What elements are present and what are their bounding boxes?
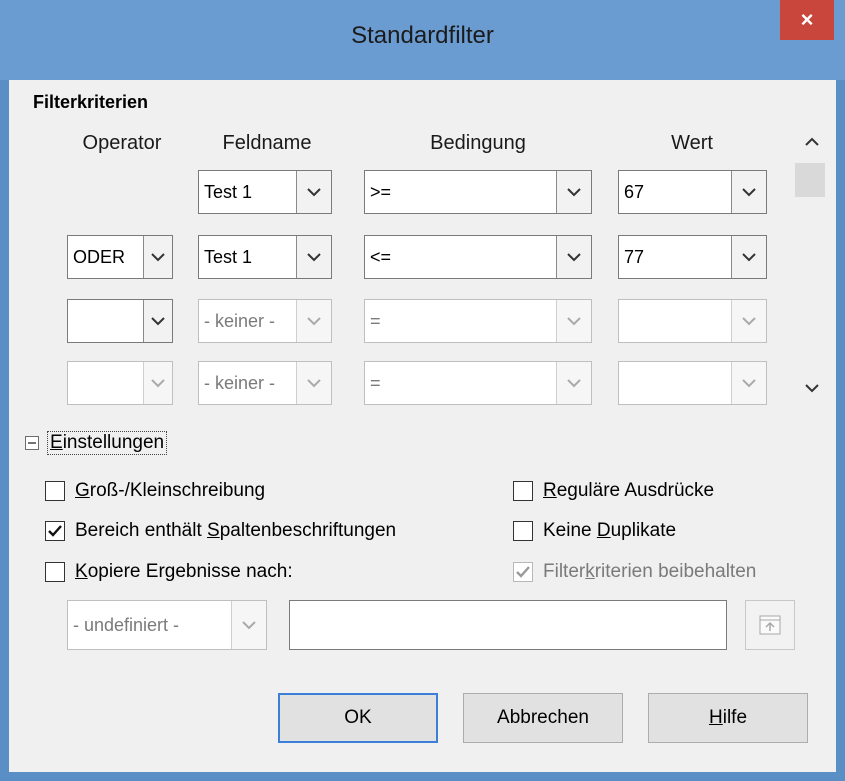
operator-select-3[interactable] (67, 299, 173, 343)
chevron-down-icon (731, 300, 766, 342)
scroll-down-button[interactable] (795, 371, 829, 405)
regex-checkbox[interactable] (513, 481, 533, 501)
chevron-down-icon (731, 236, 766, 278)
chevron-down-icon (143, 236, 172, 278)
title-bar: Standardfilter × (0, 0, 845, 80)
ok-button[interactable]: OK (278, 693, 438, 743)
copy-results-option[interactable]: Kopiere Ergebnisse nach: (45, 558, 293, 586)
operator-value-2: ODER (73, 247, 126, 267)
chevron-down-icon (143, 300, 172, 342)
operator-select-4 (67, 361, 173, 405)
condition-select-3: = (364, 299, 592, 343)
fieldname-select-3: - keiner - (198, 299, 332, 343)
chevron-down-icon (296, 362, 331, 404)
help-label: Hilfe (708, 707, 748, 728)
criteria-scrollbar[interactable] (795, 125, 829, 405)
case-sensitive-option[interactable]: Groß-/Kleinschreibung (45, 477, 265, 505)
fieldname-value-2: Test 1 (204, 247, 253, 267)
value-combo-1[interactable]: 67 (618, 170, 767, 214)
value-combo-3 (618, 299, 767, 343)
shrink-button (745, 600, 795, 650)
value-header: Wert (671, 132, 713, 154)
copy-target-select-value: - undefiniert - (73, 615, 180, 635)
ok-label: OK (344, 707, 372, 728)
value-combo-2[interactable]: 77 (618, 235, 767, 279)
options-expander[interactable]: Einstellungen (25, 431, 168, 455)
regex-option[interactable]: Reguläre Ausdrücke (513, 477, 714, 505)
headers-option[interactable]: Bereich enthält Spaltenbeschriftungen (45, 517, 396, 545)
close-icon: × (800, 7, 814, 32)
chevron-down-icon (296, 171, 331, 213)
chevron-down-icon (731, 362, 766, 404)
condition-value-4: = (370, 373, 381, 393)
fieldname-select-4: - keiner - (198, 361, 332, 405)
condition-value-3: = (370, 311, 381, 331)
filter-criteria-label: Filterkriterien (33, 92, 149, 112)
chevron-down-icon (296, 236, 331, 278)
chevron-down-icon (731, 171, 766, 213)
dialog-title: Standardfilter (351, 22, 494, 49)
regex-label: Reguläre Ausdrücke (543, 480, 715, 501)
fieldname-header: Feldname (222, 132, 312, 154)
help-button[interactable]: Hilfe (648, 693, 808, 743)
copy-results-checkbox[interactable] (45, 562, 65, 582)
chevron-up-icon (805, 137, 819, 146)
operator-header: Operator (82, 132, 162, 154)
copy-target-select: - undefiniert - (67, 600, 267, 650)
options-label: Einstellungen (47, 431, 168, 455)
cancel-label: Abbrechen (497, 707, 589, 728)
no-duplicates-label: Keine Duplikate (543, 520, 677, 541)
condition-value-2: <= (370, 247, 392, 267)
close-button[interactable]: × (780, 0, 834, 40)
value-value-2: 77 (624, 247, 645, 267)
copy-results-label: Kopiere Ergebnisse nach: (75, 561, 293, 582)
chevron-down-icon (556, 236, 591, 278)
headers-label: Bereich enthält Spaltenbeschriftungen (75, 520, 397, 541)
no-duplicates-checkbox[interactable] (513, 521, 533, 541)
cancel-button[interactable]: Abbrechen (463, 693, 623, 743)
checkmark-icon (48, 525, 62, 537)
chevron-down-icon (143, 362, 172, 404)
case-sensitive-checkbox[interactable] (45, 481, 65, 501)
value-combo-4 (618, 361, 767, 405)
chevron-down-icon (556, 300, 591, 342)
checkmark-icon (516, 566, 530, 578)
fieldname-value-1: Test 1 (204, 182, 253, 202)
fieldname-value-4: - keiner - (204, 373, 276, 393)
operator-select-2[interactable]: ODER (67, 235, 173, 279)
fieldname-select-1[interactable]: Test 1 (198, 170, 332, 214)
condition-header: Bedingung (430, 132, 526, 154)
keep-filter-label: Filterkriterien beibehalten (543, 561, 757, 582)
no-duplicates-option[interactable]: Keine Duplikate (513, 517, 676, 545)
condition-value-1: >= (370, 182, 392, 202)
dialog-body: Filterkriterien Operator Feldname Beding… (9, 80, 836, 772)
keep-filter-option: Filterkriterien beibehalten (513, 558, 756, 586)
fieldname-value-3: - keiner - (204, 311, 276, 331)
headers-checkbox[interactable] (45, 521, 65, 541)
shrink-icon (759, 615, 781, 635)
chevron-down-icon (296, 300, 331, 342)
scroll-thumb[interactable] (795, 163, 825, 197)
chevron-down-icon (556, 171, 591, 213)
dialog-window: Standardfilter × Filterkriterien Operato… (0, 0, 845, 781)
copy-target-input[interactable] (289, 600, 727, 650)
fieldname-select-2[interactable]: Test 1 (198, 235, 332, 279)
keep-filter-checkbox (513, 562, 533, 582)
condition-select-4: = (364, 361, 592, 405)
condition-select-2[interactable]: <= (364, 235, 592, 279)
chevron-down-icon (556, 362, 591, 404)
scroll-up-button[interactable] (795, 125, 829, 159)
case-sensitive-label: Groß-/Kleinschreibung (75, 480, 266, 501)
condition-select-1[interactable]: >= (364, 170, 592, 214)
collapse-icon (25, 436, 39, 450)
value-value-1: 67 (624, 182, 645, 202)
chevron-down-icon (805, 384, 819, 393)
chevron-down-icon (231, 601, 266, 649)
